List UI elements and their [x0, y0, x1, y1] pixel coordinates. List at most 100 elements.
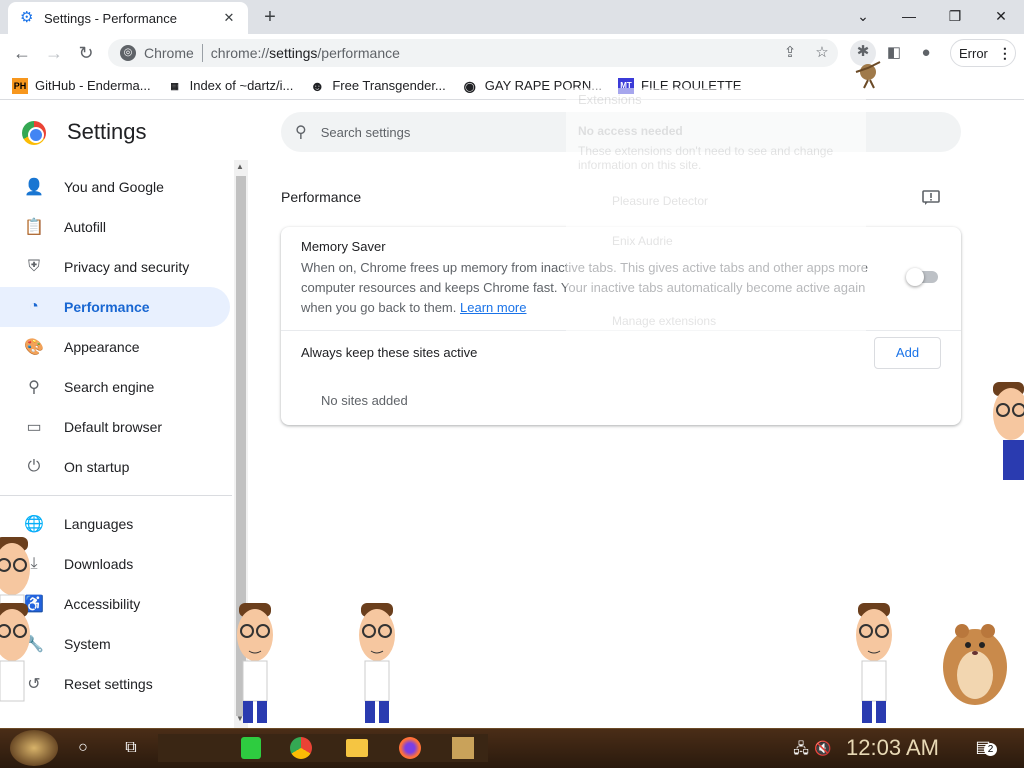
sidebar-item-label: Reset settings	[64, 676, 153, 692]
face-icon: ☻	[309, 77, 325, 94]
address-bar[interactable]: ◎ Chrome chrome://settings/performance	[108, 39, 838, 67]
sidebar-item-label: Appearance	[64, 339, 140, 355]
back-arrow-icon[interactable]: ←	[8, 39, 36, 67]
chrome-taskbar-icon[interactable]	[286, 733, 316, 763]
bookmark-label: GitHub - Enderma...	[35, 78, 151, 93]
site-chip: Chrome	[144, 45, 194, 61]
minimize-button[interactable]: —	[886, 2, 932, 30]
extensions-popup-subtitle: No access needed	[578, 124, 683, 138]
search-placeholder: Search settings	[320, 124, 411, 140]
profile-avatar-icon[interactable]: ●	[914, 41, 938, 65]
extension-item[interactable]: Pleasure Detector	[612, 194, 708, 208]
sidebar-item-performance[interactable]: ◔ Performance	[0, 287, 230, 327]
person-icon: 👤	[24, 179, 44, 196]
forward-arrow-icon[interactable]: →	[40, 39, 68, 67]
notes-app-icon[interactable]	[236, 733, 266, 763]
notification-center-icon[interactable]: ▤ 2	[968, 733, 998, 763]
gear-icon: ⚙	[20, 9, 34, 26]
power-icon: ⏻	[27, 458, 41, 475]
page-title: Settings	[67, 119, 147, 144]
hamster-figure	[943, 624, 1007, 705]
tab-search-button[interactable]: ⌄	[840, 2, 886, 30]
maximize-button[interactable]: ❐	[932, 2, 978, 30]
browser-icon: ▭	[26, 419, 42, 436]
start-button[interactable]	[10, 730, 58, 766]
sidebar-item-label: System	[64, 636, 111, 652]
sidebar-item-privacy[interactable]: ⛨ Privacy and security	[0, 247, 230, 287]
sidebar-item-label: Languages	[64, 516, 134, 532]
section-title: Performance	[281, 189, 362, 205]
no-sites-text: No sites added	[321, 393, 408, 408]
sidebar-item-label: You and Google	[64, 179, 164, 195]
sidebar-item-label: Downloads	[64, 556, 134, 572]
sidebar-item-you-and-google[interactable]: 👤 You and Google	[0, 167, 230, 207]
chrome-logo-icon	[22, 121, 46, 145]
bookmark-item[interactable]: PH GitHub - Enderma...	[12, 77, 151, 94]
bookmark-item[interactable]: ▦ Index of ~dartz/i...	[167, 78, 294, 94]
sidebar-divider	[0, 495, 232, 496]
sidebar-item-on-startup[interactable]: ⏻ On startup	[0, 447, 230, 487]
sidebar-item-label: On startup	[64, 459, 130, 475]
file-explorer-icon[interactable]	[342, 733, 372, 763]
sidebar-item-label: Autofill	[64, 219, 107, 235]
firefox-icon[interactable]	[395, 733, 425, 763]
sidebar-item-default-browser[interactable]: ▭ Default browser	[0, 407, 230, 447]
close-tab-icon[interactable]: ✕	[218, 7, 240, 29]
tab-title: Settings - Performance	[44, 10, 177, 26]
shield-icon: ⛨	[27, 258, 40, 275]
tab-settings[interactable]: ⚙ Settings - Performance ✕	[8, 2, 248, 34]
scroll-up-arrow-icon[interactable]: ▲	[236, 162, 244, 171]
sidebar-item-label: Accessibility	[64, 596, 141, 612]
sidebar-item-label: Default browser	[64, 419, 163, 435]
cortana-circle-icon[interactable]: ○	[68, 733, 98, 763]
url-path: /performance	[317, 45, 400, 61]
error-label: Error	[959, 45, 988, 61]
reload-icon[interactable]: ↻	[72, 39, 100, 67]
share-icon[interactable]: ⇪	[778, 41, 802, 65]
volume-muted-icon[interactable]: 🔇	[808, 733, 838, 763]
bookmark-item[interactable]: ☻ Free Transgender...	[309, 77, 446, 94]
search-icon: ⚲	[295, 124, 307, 141]
url-host: settings	[269, 45, 318, 61]
manage-extensions-link[interactable]: Manage extensions	[612, 314, 716, 328]
taskbar-clock[interactable]: 12:03 AM	[846, 733, 939, 763]
keep-sites-active-label: Always keep these sites active	[301, 345, 478, 360]
learn-more-link[interactable]: Learn more	[460, 300, 526, 315]
bookmark-star-icon[interactable]: ☆	[810, 41, 834, 65]
extensions-popup: Extensions No access needed These extens…	[566, 88, 866, 338]
extension-item[interactable]: Enix Audrie	[612, 234, 673, 248]
bookmark-label: Free Transgender...	[332, 78, 446, 93]
pornhub-logo-icon: PH	[12, 77, 28, 94]
add-site-button[interactable]: Add	[874, 337, 941, 369]
cartoon-man-figure	[237, 603, 273, 723]
bookmark-label: Index of ~dartz/i...	[189, 78, 294, 93]
cartoon-man-figure	[993, 382, 1024, 480]
memory-saver-title: Memory Saver	[301, 239, 386, 254]
clipboard-icon: 📋	[24, 219, 44, 236]
new-tab-button[interactable]: +	[256, 4, 284, 30]
speedometer-icon: ◔	[29, 298, 39, 315]
sidebar-item-label: Privacy and security	[64, 259, 190, 275]
taskbar-app-area	[158, 734, 488, 762]
task-view-icon[interactable]: ⧉	[116, 733, 146, 763]
search-icon: ⚲	[28, 379, 40, 396]
game-app-icon[interactable]	[448, 733, 478, 763]
folder-index-icon: ▦	[170, 80, 179, 91]
globe-icon: ◉	[463, 77, 476, 94]
extensions-popup-title: Extensions	[578, 92, 642, 107]
cartoon-man-figure	[856, 603, 892, 723]
globe-icon: 🌐	[24, 516, 44, 533]
feedback-icon[interactable]	[920, 190, 942, 208]
cartoon-man-figure	[359, 603, 395, 723]
sidebar-item-label: Performance	[64, 299, 150, 315]
sidebar-item-autofill[interactable]: 📋 Autofill	[0, 207, 230, 247]
mechanical-bird-icon	[855, 61, 881, 89]
error-button[interactable]: Error ⋮	[950, 39, 1016, 67]
sidebar-item-search-engine[interactable]: ⚲ Search engine	[0, 367, 230, 407]
memory-saver-toggle-knob[interactable]	[906, 268, 924, 286]
chrome-site-icon: ◎	[120, 45, 136, 61]
close-window-button[interactable]: ✕	[978, 2, 1024, 30]
url-scheme: chrome://	[210, 45, 270, 61]
extensions-popup-desc: These extensions don't need to see and c…	[578, 144, 834, 172]
sidebar-item-appearance[interactable]: 🎨 Appearance	[0, 327, 230, 367]
